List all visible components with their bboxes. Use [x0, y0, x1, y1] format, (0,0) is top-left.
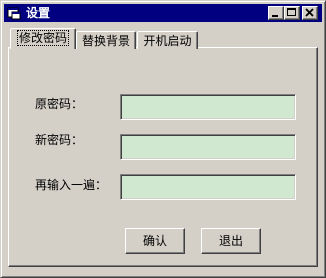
title-bar[interactable]: 设置 [4, 4, 322, 22]
confirm-password-field[interactable] [120, 174, 296, 200]
old-password-label: 原密码： [35, 97, 84, 111]
new-password-field[interactable] [120, 134, 296, 160]
minimize-button[interactable] [268, 6, 284, 20]
close-button[interactable] [302, 6, 318, 20]
tab-startup[interactable]: 开机启动 [137, 31, 198, 49]
new-password-label: 新密码： [35, 133, 84, 147]
confirm-password-label: 再输入一遍： [35, 178, 108, 192]
window-title: 设置 [26, 6, 51, 20]
exit-button[interactable]: 退出 [201, 228, 261, 254]
close-icon [305, 8, 314, 17]
settings-window: 设置 修改密码 替换背景 开机启动 原密码： 新密码： 再输入一遍： 确认 退出 [0, 0, 326, 278]
old-password-field[interactable] [120, 94, 296, 120]
tab-change-password[interactable]: 修改密码 [10, 28, 76, 49]
confirm-button[interactable]: 确认 [125, 228, 185, 254]
tab-change-background[interactable]: 替换背景 [76, 31, 136, 49]
minimize-icon [272, 15, 278, 17]
tab-label: 开机启动 [143, 34, 192, 48]
tab-label: 替换背景 [81, 34, 130, 48]
maximize-icon [287, 8, 296, 16]
app-icon [7, 6, 21, 20]
maximize-button[interactable] [284, 6, 300, 20]
tab-label: 修改密码 [16, 30, 70, 46]
